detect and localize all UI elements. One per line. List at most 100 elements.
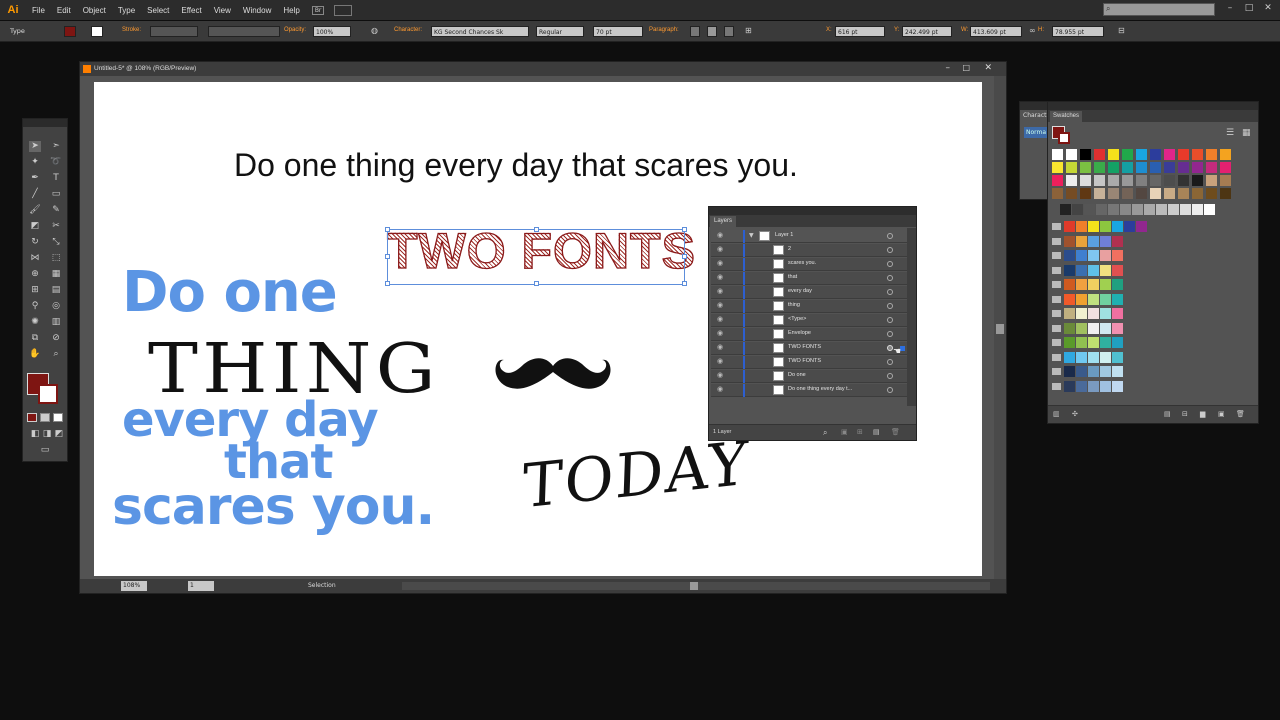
folder-icon[interactable] <box>1052 339 1061 346</box>
swatch[interactable] <box>1052 149 1064 161</box>
x-field[interactable]: 616 pt <box>835 26 885 37</box>
swatch[interactable] <box>1178 162 1190 174</box>
eye-icon[interactable]: ◉ <box>714 385 726 396</box>
swatch[interactable] <box>1080 149 1092 161</box>
swatch[interactable] <box>1088 264 1100 277</box>
selection-tool-icon[interactable]: ➤ <box>29 141 41 152</box>
swatch[interactable] <box>1112 250 1124 262</box>
swatch[interactable] <box>1112 293 1124 306</box>
menu-help[interactable]: Help <box>277 6 305 15</box>
swatch[interactable] <box>1064 264 1076 277</box>
swatch[interactable] <box>1088 293 1100 306</box>
vertical-scrollbar[interactable] <box>994 76 1006 579</box>
eyedropper-tool-icon[interactable]: ⚲ <box>29 301 41 312</box>
layer-row[interactable]: ◉ thing <box>711 300 907 313</box>
swatches-panel-header[interactable] <box>1048 102 1258 110</box>
column-graph-tool-icon[interactable]: ▥ <box>50 317 62 328</box>
target-icon[interactable] <box>887 373 893 379</box>
status-text[interactable]: Selection <box>308 582 336 589</box>
layer-row[interactable]: ◉ 2 <box>711 244 907 257</box>
slice-tool-icon[interactable]: ⊘ <box>50 333 62 344</box>
none-mode-icon[interactable] <box>53 413 63 422</box>
y-field[interactable]: 242.499 pt <box>902 26 952 37</box>
swatch[interactable] <box>1100 250 1112 262</box>
layer-name[interactable]: 2 <box>788 246 791 252</box>
swatch[interactable] <box>1112 337 1124 349</box>
swatch[interactable] <box>1064 308 1076 320</box>
layer-name[interactable]: TWO FONTS <box>788 358 821 364</box>
swatch[interactable] <box>1150 175 1162 187</box>
layers-panel-header[interactable] <box>709 207 916 215</box>
swatch[interactable] <box>1084 204 1096 216</box>
search-input[interactable]: ⌕ <box>1103 3 1215 16</box>
align-left-button[interactable] <box>690 26 700 37</box>
tab-swatches[interactable]: Swatches <box>1050 111 1083 122</box>
swatch[interactable] <box>1100 293 1112 306</box>
swatch[interactable] <box>1220 188 1232 200</box>
selection-handle[interactable] <box>385 227 390 232</box>
swatch[interactable] <box>1076 366 1088 378</box>
swatch[interactable] <box>1112 221 1124 233</box>
swatch[interactable] <box>1066 149 1078 161</box>
tab-layers[interactable]: Layers <box>710 216 737 227</box>
maximize-icon[interactable]: □ <box>1243 3 1255 15</box>
swatch[interactable] <box>1112 351 1124 364</box>
new-swatch-icon[interactable]: ▣ <box>1218 410 1225 418</box>
swatch[interactable] <box>1076 221 1088 233</box>
swatch[interactable] <box>1108 188 1120 200</box>
swatch[interactable] <box>1164 149 1176 161</box>
gradient-mode-icon[interactable] <box>40 413 50 422</box>
swatch[interactable] <box>1192 149 1204 161</box>
target-icon[interactable] <box>887 317 893 323</box>
swatch[interactable] <box>1108 204 1120 216</box>
layer-row[interactable]: ◉ TWO FONTS <box>711 356 907 369</box>
target-icon[interactable] <box>887 275 893 281</box>
swatch[interactable] <box>1076 351 1088 364</box>
align-center-button[interactable] <box>707 26 717 37</box>
swatch[interactable] <box>1112 366 1124 378</box>
layer-row[interactable]: ◉ Envelope <box>711 328 907 341</box>
swatch[interactable] <box>1164 188 1176 200</box>
swatch[interactable] <box>1136 221 1148 233</box>
layer-row[interactable]: ◉ that <box>711 272 907 285</box>
fill-color-control[interactable] <box>64 26 76 37</box>
draw-inside-icon[interactable]: ◩ <box>53 429 65 440</box>
layer-name[interactable]: <Type> <box>788 316 806 322</box>
minimize-icon[interactable]: – <box>1224 3 1236 15</box>
new-color-group-icon[interactable]: ▆ <box>1200 410 1205 418</box>
swatch[interactable] <box>1052 188 1064 200</box>
swatch[interactable] <box>1124 221 1136 233</box>
stroke-color-control[interactable] <box>91 26 103 37</box>
stroke-weight-field[interactable] <box>150 26 198 37</box>
swatch[interactable] <box>1080 175 1092 187</box>
eye-icon[interactable]: ◉ <box>714 287 726 298</box>
swatch[interactable] <box>1094 188 1106 200</box>
symbol-sprayer-tool-icon[interactable]: ✺ <box>29 317 41 328</box>
target-icon[interactable] <box>887 359 893 365</box>
swatch[interactable] <box>1220 175 1232 187</box>
artboard-number-field[interactable]: 1 <box>188 581 214 591</box>
swatch[interactable] <box>1206 188 1218 200</box>
color-group-icon[interactable]: ▤ <box>1164 410 1171 418</box>
layer-row[interactable]: ◉ scares you. <box>711 258 907 271</box>
align-right-button[interactable] <box>724 26 734 37</box>
target-icon[interactable] <box>887 261 893 267</box>
swatch[interactable] <box>1064 235 1076 248</box>
scale-tool-icon[interactable]: ⤡ <box>50 237 62 248</box>
link-icon[interactable]: ∞ <box>1029 26 1036 35</box>
doc-maximize-icon[interactable]: □ <box>962 63 970 72</box>
layer-row[interactable]: ◉ <Type> <box>711 314 907 327</box>
swatch[interactable] <box>1108 162 1120 174</box>
swatch[interactable] <box>1122 149 1134 161</box>
selection-handle[interactable] <box>682 227 687 232</box>
swatch-kinds-icon[interactable]: ✣ <box>1072 410 1078 418</box>
swatch[interactable] <box>1052 162 1064 174</box>
swatch[interactable] <box>1064 322 1076 335</box>
swatch[interactable] <box>1076 337 1088 349</box>
active-stroke-swatch[interactable] <box>1058 132 1070 144</box>
swatch[interactable] <box>1178 188 1190 200</box>
stroke-swatch[interactable] <box>38 384 58 404</box>
swatch[interactable] <box>1144 204 1156 216</box>
swatch[interactable] <box>1108 175 1120 187</box>
swatch[interactable] <box>1064 380 1076 393</box>
